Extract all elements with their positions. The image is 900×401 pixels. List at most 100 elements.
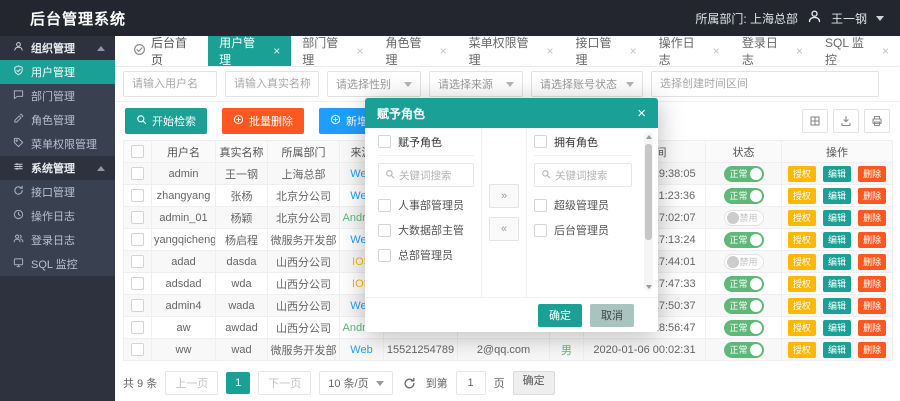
role-list-item[interactable]: 后台管理员 bbox=[534, 222, 632, 238]
tab[interactable]: 部门管理 bbox=[291, 36, 374, 66]
role-list-item[interactable]: 大数据部主管 bbox=[378, 222, 474, 238]
prev-page-button[interactable]: 上一页 bbox=[165, 371, 218, 395]
username[interactable]: 王一钢 bbox=[831, 10, 867, 27]
status-toggle[interactable]: 正常 bbox=[724, 320, 764, 336]
tab[interactable]: 接口管理 bbox=[564, 36, 647, 66]
status-toggle[interactable]: 禁用 bbox=[724, 254, 764, 270]
sidebar-group-system[interactable]: 系统管理 bbox=[0, 156, 115, 180]
username-filter-input[interactable] bbox=[123, 71, 217, 97]
edit-button[interactable]: 编辑 bbox=[823, 188, 851, 204]
edit-button[interactable]: 编辑 bbox=[823, 166, 851, 182]
print-button[interactable] bbox=[864, 109, 890, 133]
batch-delete-button[interactable]: 批量删除 bbox=[222, 108, 304, 134]
tab[interactable]: 角色管理 bbox=[374, 36, 457, 66]
sidebar-group-organization[interactable]: 组织管理 bbox=[0, 36, 115, 60]
role-list-item[interactable]: 人事部管理员 bbox=[378, 197, 474, 213]
authorize-button[interactable]: 授权 bbox=[788, 232, 816, 248]
tab[interactable]: 操作日志 bbox=[648, 36, 731, 66]
authorize-button[interactable]: 授权 bbox=[788, 342, 816, 358]
role-checkbox[interactable] bbox=[378, 199, 391, 212]
delete-button[interactable]: 删除 bbox=[858, 166, 886, 182]
panel-select-all-checkbox[interactable] bbox=[378, 135, 391, 148]
authorize-button[interactable]: 授权 bbox=[788, 254, 816, 270]
confirm-button[interactable]: 确定 bbox=[538, 304, 582, 327]
select-all-checkbox[interactable] bbox=[131, 145, 144, 158]
delete-button[interactable]: 删除 bbox=[858, 298, 886, 314]
edit-button[interactable]: 编辑 bbox=[823, 342, 851, 358]
edit-button[interactable]: 编辑 bbox=[823, 320, 851, 336]
modal-scrollbar[interactable] bbox=[644, 132, 653, 291]
account-status-select[interactable]: 请选择账号状态 bbox=[531, 71, 643, 97]
row-checkbox[interactable] bbox=[131, 211, 144, 224]
role-checkbox[interactable] bbox=[534, 224, 547, 237]
scroll-down-icon[interactable] bbox=[644, 282, 653, 291]
role-search-box[interactable]: 关键词搜索 bbox=[378, 163, 474, 187]
sidebar-item-role-management[interactable]: 角色管理 bbox=[0, 108, 115, 132]
row-checkbox[interactable] bbox=[131, 233, 144, 246]
edit-button[interactable]: 编辑 bbox=[823, 232, 851, 248]
authorize-button[interactable]: 授权 bbox=[788, 298, 816, 314]
row-checkbox[interactable] bbox=[131, 277, 144, 290]
refresh-button[interactable] bbox=[403, 377, 416, 390]
caret-down-icon[interactable] bbox=[876, 16, 884, 21]
role-search-box[interactable]: 关键词搜索 bbox=[534, 163, 632, 187]
authorize-button[interactable]: 授权 bbox=[788, 276, 816, 292]
close-icon[interactable] bbox=[356, 45, 363, 57]
edit-button[interactable]: 编辑 bbox=[823, 254, 851, 270]
tab[interactable]: 用户管理 bbox=[208, 36, 291, 66]
row-checkbox[interactable] bbox=[131, 343, 144, 356]
role-checkbox[interactable] bbox=[378, 249, 391, 262]
delete-button[interactable]: 删除 bbox=[858, 254, 886, 270]
sidebar-item-sql-monitor[interactable]: SQL 监控 bbox=[0, 252, 115, 276]
table-columns-button[interactable] bbox=[802, 109, 828, 133]
source-select[interactable]: 请选择来源 bbox=[429, 71, 523, 97]
delete-button[interactable]: 删除 bbox=[858, 210, 886, 226]
role-checkbox[interactable] bbox=[378, 224, 391, 237]
status-toggle[interactable]: 正常 bbox=[724, 342, 764, 358]
export-button[interactable] bbox=[833, 109, 859, 133]
page-size-select[interactable]: 10 条/页 bbox=[319, 371, 392, 395]
edit-button[interactable]: 编辑 bbox=[823, 298, 851, 314]
sidebar-item-api-management[interactable]: 接口管理 bbox=[0, 180, 115, 204]
close-icon[interactable] bbox=[440, 45, 447, 57]
cancel-button[interactable]: 取消 bbox=[590, 304, 634, 327]
close-icon[interactable] bbox=[713, 45, 720, 57]
role-checkbox[interactable] bbox=[534, 199, 547, 212]
status-toggle[interactable]: 禁用 bbox=[724, 210, 764, 226]
sidebar-item-user-management[interactable]: 用户管理 bbox=[0, 60, 115, 84]
status-toggle[interactable]: 正常 bbox=[724, 188, 764, 204]
row-checkbox[interactable] bbox=[131, 321, 144, 334]
role-list-item[interactable]: 总部管理员 bbox=[378, 247, 474, 263]
row-checkbox[interactable] bbox=[131, 167, 144, 180]
current-page[interactable]: 1 bbox=[226, 372, 250, 394]
tab[interactable]: SQL 监控 bbox=[814, 36, 900, 66]
sidebar-item-login-log[interactable]: 登录日志 bbox=[0, 228, 115, 252]
sidebar-item-operation-log[interactable]: 操作日志 bbox=[0, 204, 115, 228]
close-icon[interactable] bbox=[882, 45, 889, 57]
row-checkbox[interactable] bbox=[131, 299, 144, 312]
goto-page-input[interactable] bbox=[456, 371, 486, 395]
move-left-button[interactable]: « bbox=[489, 217, 519, 241]
panel-select-all-checkbox[interactable] bbox=[534, 135, 547, 148]
tab-home[interactable]: 后台首页 bbox=[123, 36, 208, 66]
status-toggle[interactable]: 正常 bbox=[724, 232, 764, 248]
row-checkbox[interactable] bbox=[131, 189, 144, 202]
row-checkbox[interactable] bbox=[131, 255, 144, 268]
scroll-up-icon[interactable] bbox=[644, 132, 653, 141]
sidebar-item-menu-permission[interactable]: 菜单权限管理 bbox=[0, 132, 115, 156]
next-page-button[interactable]: 下一页 bbox=[258, 371, 311, 395]
delete-button[interactable]: 删除 bbox=[858, 320, 886, 336]
scrollbar-thumb[interactable] bbox=[645, 144, 652, 240]
delete-button[interactable]: 删除 bbox=[858, 342, 886, 358]
edit-button[interactable]: 编辑 bbox=[823, 276, 851, 292]
tab[interactable]: 菜单权限管理 bbox=[458, 36, 565, 66]
close-icon[interactable] bbox=[546, 45, 553, 57]
role-list-item[interactable]: 超级管理员 bbox=[534, 197, 632, 213]
search-button[interactable]: 开始检索 bbox=[125, 108, 207, 134]
delete-button[interactable]: 删除 bbox=[858, 232, 886, 248]
status-toggle[interactable]: 正常 bbox=[724, 298, 764, 314]
authorize-button[interactable]: 授权 bbox=[788, 166, 816, 182]
edit-button[interactable]: 编辑 bbox=[823, 210, 851, 226]
goto-confirm-button[interactable]: 确定 bbox=[513, 371, 555, 395]
created-range-input[interactable] bbox=[651, 71, 879, 97]
